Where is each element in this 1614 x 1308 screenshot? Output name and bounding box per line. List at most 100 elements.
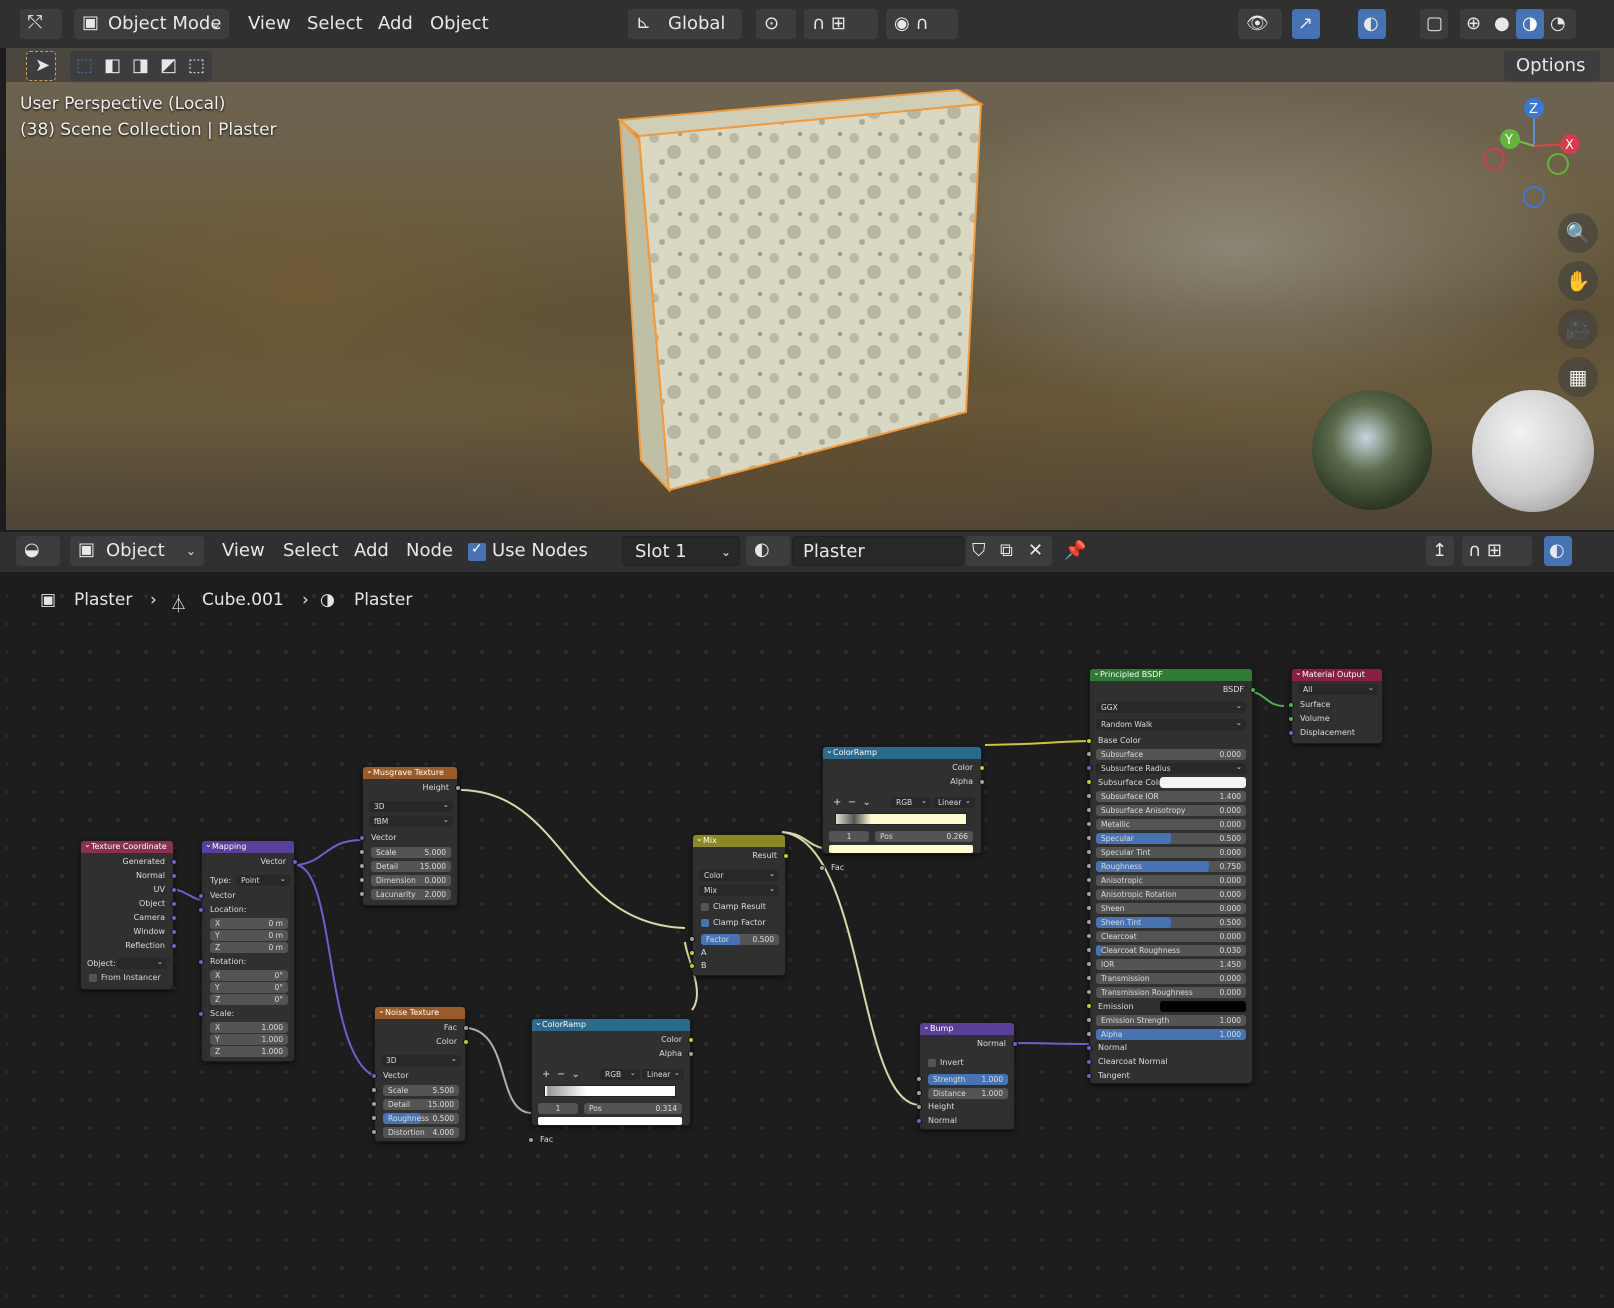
socket[interactable]	[1086, 738, 1092, 744]
socket[interactable]	[1086, 821, 1092, 827]
snap-button[interactable]: ∩ ⊞	[804, 9, 878, 39]
dimension-field[interactable]: Dimension 0.000	[371, 875, 451, 886]
socket[interactable]	[198, 959, 204, 965]
field-specular[interactable]: Specular 0.500	[1096, 833, 1246, 844]
socket[interactable]	[1086, 1045, 1092, 1051]
pan-hand-icon[interactable]: ✋	[1558, 261, 1598, 301]
stop-index-field[interactable]: 1	[538, 1103, 578, 1114]
rotation-z-field[interactable]: Z 0°	[210, 994, 288, 1005]
menu-node[interactable]: Node	[406, 536, 453, 566]
socket[interactable]	[1086, 961, 1092, 967]
node-noise-texture[interactable]: Noise Texture Fac Color 3D Vector Scale 5…	[371, 1005, 469, 1142]
socket[interactable]	[1086, 807, 1092, 813]
color-ramp-gradient[interactable]	[835, 813, 967, 825]
interpolation-dropdown[interactable]: Linear	[642, 1067, 684, 1080]
socket[interactable]	[1086, 765, 1092, 771]
field-roughness[interactable]: Roughness 0.750	[1096, 861, 1246, 872]
node-musgrave-texture[interactable]: Musgrave Texture Height 3D fBM Vector Sc…	[359, 765, 461, 906]
socket[interactable]	[463, 1039, 469, 1045]
dimension-dropdown[interactable]: 3D	[381, 1053, 461, 1066]
stop-index-field[interactable]: 1	[829, 831, 869, 842]
socket[interactable]	[371, 1115, 377, 1121]
field-sheen[interactable]: Sheen 0.000	[1096, 903, 1246, 914]
socket[interactable]	[371, 1129, 377, 1135]
socket[interactable]	[1288, 716, 1294, 722]
type-dropdown[interactable]: Point	[236, 873, 290, 886]
overlay-toggle[interactable]: ◐	[1358, 9, 1386, 39]
fake-user-shield-icon[interactable]: ⛉	[972, 536, 986, 566]
socket[interactable]	[1086, 919, 1092, 925]
socket[interactable]	[198, 1011, 204, 1017]
roughness-field[interactable]: Roughness 0.500	[383, 1113, 459, 1124]
socket[interactable]	[1086, 1059, 1092, 1065]
socket[interactable]	[689, 936, 695, 942]
socket[interactable]	[1086, 863, 1092, 869]
socket[interactable]	[819, 865, 825, 871]
socket[interactable]	[1086, 933, 1092, 939]
field-subsurface-anisotropy[interactable]: Subsurface Anisotropy 0.000	[1096, 805, 1246, 816]
socket[interactable]	[1086, 751, 1092, 757]
color-mode-dropdown[interactable]: RGB	[891, 795, 931, 808]
from-instancer-checkbox[interactable]	[89, 974, 97, 982]
field-alpha[interactable]: Alpha 1.000	[1096, 1029, 1246, 1040]
socket[interactable]	[1086, 947, 1092, 953]
rendered-icon[interactable]: ◔	[1550, 9, 1566, 39]
socket[interactable]	[198, 907, 204, 913]
socket[interactable]	[171, 859, 177, 865]
node-colorramp-2[interactable]: ColorRamp Color Alpha + − ⌄ RGB Linear 1…	[819, 745, 985, 872]
socket[interactable]	[1086, 1031, 1092, 1037]
scale-field[interactable]: Scale 5.500	[383, 1085, 459, 1096]
field-transmission-roughness[interactable]: Transmission Roughness 0.000	[1096, 987, 1246, 998]
socket[interactable]	[1086, 849, 1092, 855]
socket[interactable]	[171, 901, 177, 907]
duplicate-icon[interactable]: ⧉	[1000, 536, 1013, 566]
distortion-field[interactable]: Distortion 4.000	[383, 1127, 459, 1138]
menu-view[interactable]: View	[222, 536, 265, 566]
socket[interactable]	[1086, 905, 1092, 911]
close-icon[interactable]: ✕	[1028, 536, 1043, 566]
position-field[interactable]: Pos 0.266	[875, 831, 973, 842]
socket[interactable]	[1086, 1003, 1092, 1009]
socket[interactable]	[371, 1101, 377, 1107]
pin-icon[interactable]: 📌	[1064, 536, 1086, 566]
clamp-factor-checkbox[interactable]	[701, 919, 709, 927]
node-texture-coordinate[interactable]: Texture Coordinate Generated Normal UV O…	[80, 839, 177, 990]
overlay-toggle[interactable]: ◐	[1544, 536, 1572, 566]
location-y-field[interactable]: Y 0 m	[210, 930, 288, 941]
socket[interactable]	[171, 915, 177, 921]
socket[interactable]	[1086, 835, 1092, 841]
socket[interactable]	[171, 943, 177, 949]
location-z-field[interactable]: Z 0 m	[210, 942, 288, 953]
socket[interactable]	[1086, 975, 1092, 981]
ramp-tools[interactable]: + − ⌄	[542, 1069, 580, 1080]
scale-field[interactable]: Scale 5.000	[371, 847, 451, 858]
grid-icon[interactable]: ▦	[1558, 357, 1598, 397]
socket[interactable]	[359, 891, 365, 897]
stop-color-swatch[interactable]	[829, 845, 973, 853]
mode-dropdown[interactable]: ▣ Object Mode ⌄	[74, 9, 229, 39]
rotation-y-field[interactable]: Y 0°	[210, 982, 288, 993]
socket[interactable]	[171, 887, 177, 893]
node-mapping[interactable]: Mapping Vector Type: Point Vector Locati…	[198, 839, 298, 1062]
distance-field[interactable]: Distance 1.000	[928, 1088, 1008, 1099]
socket[interactable]	[359, 863, 365, 869]
browse-material-button[interactable]: ◐	[746, 536, 790, 566]
menu-select[interactable]: Select	[307, 9, 363, 39]
menu-view[interactable]: View	[248, 9, 291, 39]
socket[interactable]	[1086, 877, 1092, 883]
field-clearcoat[interactable]: Clearcoat 0.000	[1096, 931, 1246, 942]
target-dropdown[interactable]: All	[1298, 682, 1378, 695]
socket[interactable]	[688, 1037, 694, 1043]
node-mix[interactable]: Mix Result Color Mix Clamp Result Clamp …	[689, 833, 789, 976]
proportional-edit-button[interactable]: ◉ ∩	[886, 9, 958, 39]
socket[interactable]	[783, 853, 789, 859]
node-material-output[interactable]: Material Output All Surface Volume Displ…	[1288, 667, 1383, 744]
color-mode-dropdown[interactable]: RGB	[600, 1067, 640, 1080]
socket[interactable]	[916, 1090, 922, 1096]
scale-y-field[interactable]: Y 1.000	[210, 1034, 288, 1045]
slot-dropdown[interactable]: Slot 1 ⌄	[622, 536, 740, 566]
socket[interactable]	[171, 929, 177, 935]
detail-field[interactable]: Detail 15.000	[383, 1099, 459, 1110]
camera-icon[interactable]: 🎥	[1558, 309, 1598, 349]
socket[interactable]	[463, 1025, 469, 1031]
